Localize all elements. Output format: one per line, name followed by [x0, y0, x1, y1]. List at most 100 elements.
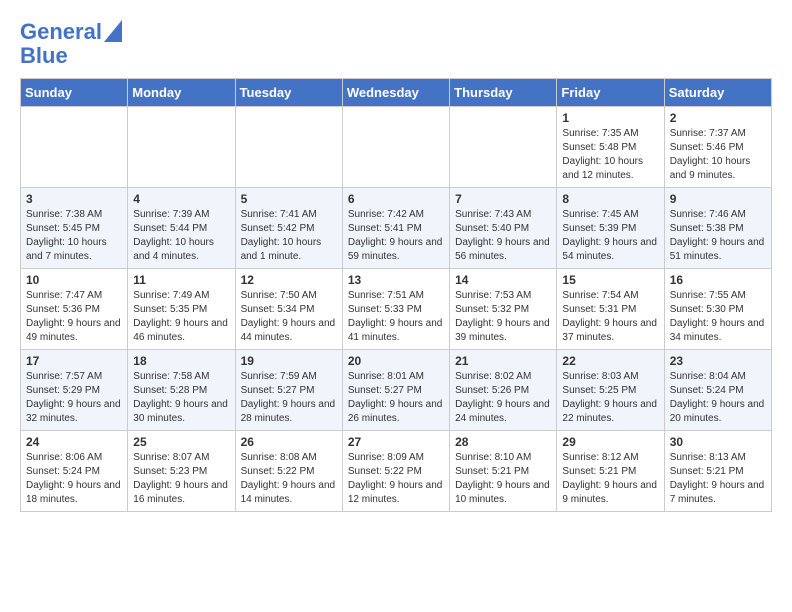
day-info: Sunrise: 8:06 AM Sunset: 5:24 PM Dayligh…	[26, 451, 122, 507]
day-info: Sunrise: 8:08 AM Sunset: 5:22 PM Dayligh…	[241, 451, 337, 507]
day-info: Sunrise: 7:41 AM Sunset: 5:42 PM Dayligh…	[241, 208, 337, 264]
day-number: 12	[241, 273, 337, 287]
calendar-cell: 18 Sunrise: 7:58 AM Sunset: 5:28 PM Dayli…	[128, 350, 235, 431]
day-number: 1	[562, 111, 658, 125]
logo-text-line2: Blue	[20, 43, 68, 68]
day-number: 21	[455, 354, 551, 368]
day-info: Sunrise: 7:47 AM Sunset: 5:36 PM Dayligh…	[26, 289, 122, 345]
day-info: Sunrise: 7:54 AM Sunset: 5:31 PM Dayligh…	[562, 289, 658, 345]
logo-text-line1: General	[20, 20, 102, 44]
day-info: Sunrise: 7:39 AM Sunset: 5:44 PM Dayligh…	[133, 208, 229, 264]
day-info: Sunrise: 7:46 AM Sunset: 5:38 PM Dayligh…	[670, 208, 766, 264]
calendar-cell: 5 Sunrise: 7:41 AM Sunset: 5:42 PM Daylig…	[235, 188, 342, 269]
calendar-cell: 13Sunrise: 7:51 AM Sunset: 5:33 PM Dayli…	[342, 269, 449, 350]
day-info: Sunrise: 7:49 AM Sunset: 5:35 PM Dayligh…	[133, 289, 229, 345]
day-number: 29	[562, 435, 658, 449]
day-info: Sunrise: 7:53 AM Sunset: 5:32 PM Dayligh…	[455, 289, 551, 345]
calendar-cell: 30 Sunrise: 8:13 AM Sunset: 5:21 PM Dayli…	[664, 431, 771, 512]
weekday-tuesday: Tuesday	[235, 79, 342, 107]
day-number: 11	[133, 273, 229, 287]
weekday-saturday: Saturday	[664, 79, 771, 107]
calendar-week-1: 1Sunrise: 7:35 AM Sunset: 5:48 PM Daylig…	[21, 107, 772, 188]
calendar-cell: 20 Sunrise: 8:01 AM Sunset: 5:27 PM Dayli…	[342, 350, 449, 431]
calendar-cell: 8Sunrise: 7:45 AM Sunset: 5:39 PM Daylig…	[557, 188, 664, 269]
weekday-friday: Friday	[557, 79, 664, 107]
day-info: Sunrise: 8:01 AM Sunset: 5:27 PM Dayligh…	[348, 370, 444, 426]
calendar-cell: 17Sunrise: 7:57 AM Sunset: 5:29 PM Dayli…	[21, 350, 128, 431]
day-info: Sunrise: 8:04 AM Sunset: 5:24 PM Dayligh…	[670, 370, 766, 426]
day-info: Sunrise: 8:13 AM Sunset: 5:21 PM Dayligh…	[670, 451, 766, 507]
calendar-cell	[450, 107, 557, 188]
calendar-cell: 10 Sunrise: 7:47 AM Sunset: 5:36 PM Dayli…	[21, 269, 128, 350]
day-number: 24	[26, 435, 122, 449]
day-number: 15	[562, 273, 658, 287]
calendar-cell: 16 Sunrise: 7:55 AM Sunset: 5:30 PM Dayli…	[664, 269, 771, 350]
calendar-cell: 2 Sunrise: 7:37 AM Sunset: 5:46 PM Daylig…	[664, 107, 771, 188]
calendar-cell: 14 Sunrise: 7:53 AM Sunset: 5:32 PM Dayli…	[450, 269, 557, 350]
weekday-monday: Monday	[128, 79, 235, 107]
day-info: Sunrise: 8:09 AM Sunset: 5:22 PM Dayligh…	[348, 451, 444, 507]
day-info: Sunrise: 8:10 AM Sunset: 5:21 PM Dayligh…	[455, 451, 551, 507]
logo: General Blue	[20, 20, 122, 68]
day-number: 9	[670, 192, 766, 206]
calendar-cell: 21 Sunrise: 8:02 AM Sunset: 5:26 PM Dayli…	[450, 350, 557, 431]
day-number: 22	[562, 354, 658, 368]
day-number: 10	[26, 273, 122, 287]
calendar-cell	[342, 107, 449, 188]
calendar-cell: 3 Sunrise: 7:38 AM Sunset: 5:45 PM Daylig…	[21, 188, 128, 269]
calendar-cell: 11 Sunrise: 7:49 AM Sunset: 5:35 PM Dayli…	[128, 269, 235, 350]
day-number: 8	[562, 192, 658, 206]
day-number: 18	[133, 354, 229, 368]
calendar-cell: 23 Sunrise: 8:04 AM Sunset: 5:24 PM Dayli…	[664, 350, 771, 431]
calendar-cell	[128, 107, 235, 188]
calendar-cell: 27Sunrise: 8:09 AM Sunset: 5:22 PM Dayli…	[342, 431, 449, 512]
day-number: 14	[455, 273, 551, 287]
calendar-cell: 6 Sunrise: 7:42 AM Sunset: 5:41 PM Daylig…	[342, 188, 449, 269]
calendar-cell	[21, 107, 128, 188]
day-info: Sunrise: 7:38 AM Sunset: 5:45 PM Dayligh…	[26, 208, 122, 264]
day-info: Sunrise: 7:58 AM Sunset: 5:28 PM Dayligh…	[133, 370, 229, 426]
day-info: Sunrise: 7:59 AM Sunset: 5:27 PM Dayligh…	[241, 370, 337, 426]
day-number: 28	[455, 435, 551, 449]
calendar-cell: 7 Sunrise: 7:43 AM Sunset: 5:40 PM Daylig…	[450, 188, 557, 269]
calendar-body: 1Sunrise: 7:35 AM Sunset: 5:48 PM Daylig…	[21, 107, 772, 512]
day-number: 6	[348, 192, 444, 206]
calendar-cell: 19Sunrise: 7:59 AM Sunset: 5:27 PM Dayli…	[235, 350, 342, 431]
day-number: 3	[26, 192, 122, 206]
day-info: Sunrise: 7:37 AM Sunset: 5:46 PM Dayligh…	[670, 127, 766, 183]
weekday-header-row: SundayMondayTuesdayWednesdayThursdayFrid…	[21, 79, 772, 107]
day-number: 23	[670, 354, 766, 368]
page-header: General Blue	[20, 20, 772, 68]
calendar-week-3: 10 Sunrise: 7:47 AM Sunset: 5:36 PM Dayli…	[21, 269, 772, 350]
calendar-week-4: 17Sunrise: 7:57 AM Sunset: 5:29 PM Dayli…	[21, 350, 772, 431]
calendar-cell: 15 Sunrise: 7:54 AM Sunset: 5:31 PM Dayli…	[557, 269, 664, 350]
calendar-cell: 26Sunrise: 8:08 AM Sunset: 5:22 PM Dayli…	[235, 431, 342, 512]
calendar-cell: 28 Sunrise: 8:10 AM Sunset: 5:21 PM Dayli…	[450, 431, 557, 512]
day-number: 30	[670, 435, 766, 449]
calendar-cell: 25 Sunrise: 8:07 AM Sunset: 5:23 PM Dayli…	[128, 431, 235, 512]
day-number: 5	[241, 192, 337, 206]
day-info: Sunrise: 7:42 AM Sunset: 5:41 PM Dayligh…	[348, 208, 444, 264]
day-number: 16	[670, 273, 766, 287]
weekday-thursday: Thursday	[450, 79, 557, 107]
day-info: Sunrise: 7:55 AM Sunset: 5:30 PM Dayligh…	[670, 289, 766, 345]
calendar-cell: 4 Sunrise: 7:39 AM Sunset: 5:44 PM Daylig…	[128, 188, 235, 269]
calendar-cell: 1Sunrise: 7:35 AM Sunset: 5:48 PM Daylig…	[557, 107, 664, 188]
day-number: 4	[133, 192, 229, 206]
day-number: 20	[348, 354, 444, 368]
day-number: 13	[348, 273, 444, 287]
calendar-cell: 9 Sunrise: 7:46 AM Sunset: 5:38 PM Daylig…	[664, 188, 771, 269]
day-number: 17	[26, 354, 122, 368]
day-info: Sunrise: 8:02 AM Sunset: 5:26 PM Dayligh…	[455, 370, 551, 426]
day-info: Sunrise: 8:07 AM Sunset: 5:23 PM Dayligh…	[133, 451, 229, 507]
calendar-cell: 29 Sunrise: 8:12 AM Sunset: 5:21 PM Dayli…	[557, 431, 664, 512]
day-info: Sunrise: 7:50 AM Sunset: 5:34 PM Dayligh…	[241, 289, 337, 345]
calendar-week-2: 3 Sunrise: 7:38 AM Sunset: 5:45 PM Daylig…	[21, 188, 772, 269]
day-number: 25	[133, 435, 229, 449]
day-number: 7	[455, 192, 551, 206]
day-info: Sunrise: 8:12 AM Sunset: 5:21 PM Dayligh…	[562, 451, 658, 507]
calendar-cell: 22 Sunrise: 8:03 AM Sunset: 5:25 PM Dayli…	[557, 350, 664, 431]
day-info: Sunrise: 7:43 AM Sunset: 5:40 PM Dayligh…	[455, 208, 551, 264]
day-number: 2	[670, 111, 766, 125]
day-info: Sunrise: 8:03 AM Sunset: 5:25 PM Dayligh…	[562, 370, 658, 426]
